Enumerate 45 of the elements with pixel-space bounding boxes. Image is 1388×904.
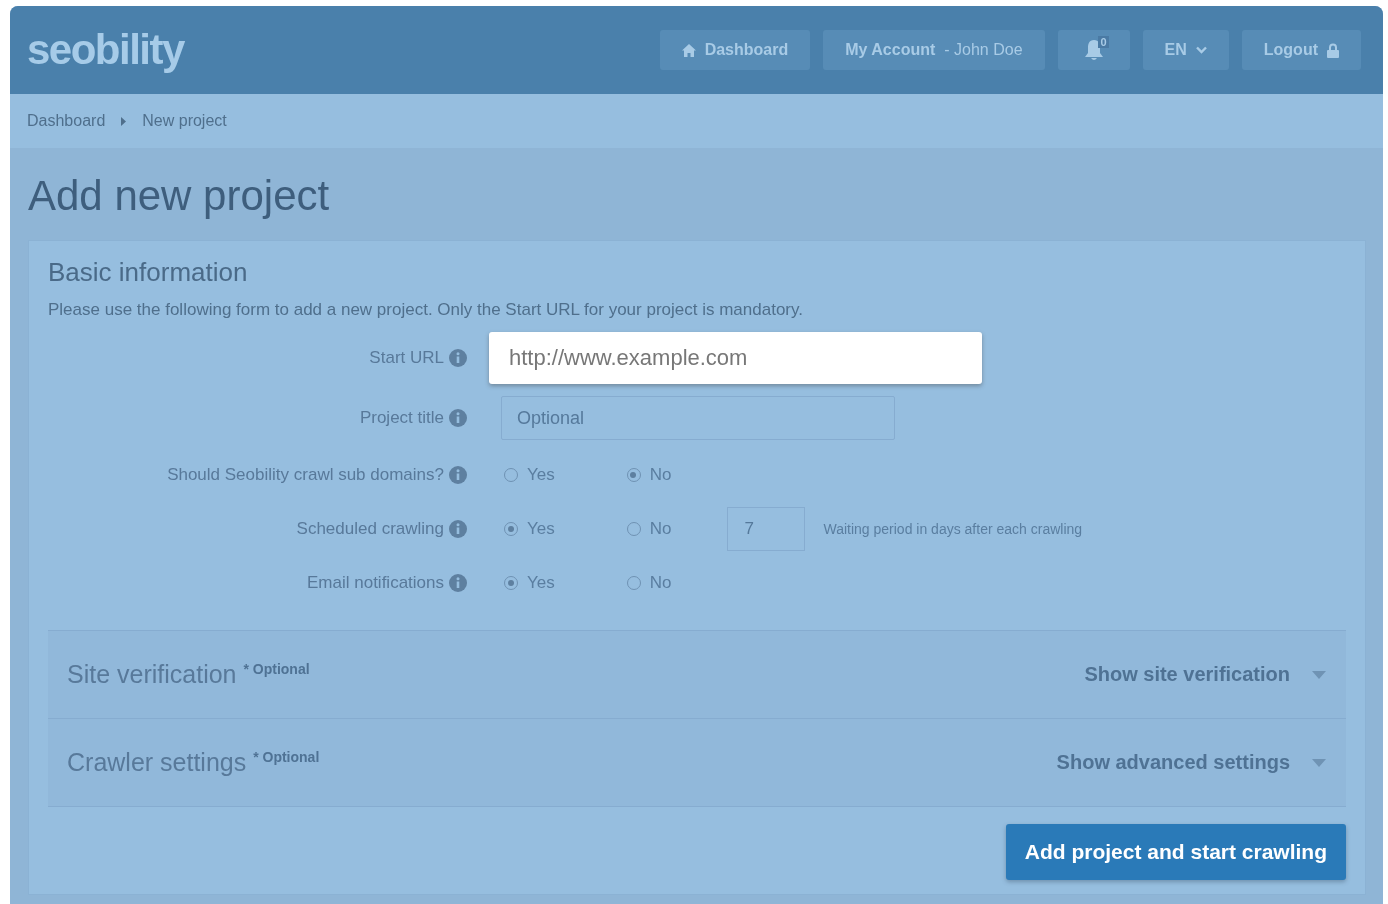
chevron-down-icon — [1195, 46, 1207, 54]
section-title: Site verification $^{* Optional}$ — [67, 660, 310, 689]
caret-right-icon — [121, 116, 127, 126]
section-title: Basic information — [48, 257, 249, 288]
account-button[interactable]: My Account - John Doe — [823, 30, 1045, 70]
text-field[interactable]: http://www.example.com — [489, 332, 982, 384]
info-icon — [449, 409, 467, 427]
expand-toggle[interactable]: Show advanced settings — [1056, 751, 1326, 774]
lock-icon — [1327, 42, 1339, 58]
bell-icon — [1083, 39, 1104, 61]
notifications-button[interactable]: 0 — [1057, 30, 1130, 70]
hint-text: Waiting period in days after each crawling — [823, 521, 1083, 537]
breadcrumb-link[interactable]: Dashboard — [27, 112, 106, 130]
text-field[interactable]: Optional — [501, 396, 895, 440]
logout-button[interactable]: Logout — [1241, 30, 1361, 70]
info-icon — [449, 349, 467, 367]
notification-count: 0 — [1098, 36, 1109, 48]
radio-option[interactable]: No — [626, 465, 672, 485]
section-title: Crawler settings $^{* Optional}$ — [67, 748, 320, 777]
radio-option[interactable]: No — [626, 573, 672, 593]
info-icon — [449, 574, 467, 592]
radio-option[interactable]: Yes — [504, 573, 555, 593]
expand-toggle[interactable]: Show site verification — [1084, 663, 1326, 686]
caret-down-icon — [1312, 758, 1326, 767]
logo[interactable]: seobility — [27, 26, 184, 74]
field-label: Email notifications — [307, 573, 444, 593]
caret-down-icon — [1312, 670, 1326, 679]
radio-option[interactable]: No — [626, 519, 672, 539]
info-icon — [449, 520, 467, 538]
language-button[interactable]: EN — [1142, 30, 1229, 70]
info-icon — [449, 466, 467, 484]
field-label: Start URL — [369, 348, 444, 368]
user-name: - John Doe — [944, 41, 1023, 59]
breadcrumb-link[interactable]: New project — [142, 112, 227, 130]
home-icon — [681, 43, 696, 57]
field-label: Scheduled crawling — [296, 519, 444, 539]
page-title: Add new project — [28, 172, 331, 220]
nav-button[interactable]: Dashboard — [659, 30, 811, 70]
field-label: Project title — [359, 408, 444, 428]
radio-option[interactable]: Yes — [504, 465, 555, 485]
field-label: Should Seobility crawl sub domains? — [167, 465, 444, 485]
submit-button[interactable]: Add project and start crawling — [1005, 824, 1346, 880]
radio-option[interactable]: Yes — [504, 519, 555, 539]
days-field[interactable]: 7 — [727, 507, 806, 551]
intro-text: Please use the following form to add a new project. Only the Start URL for your project is mandatory. — [48, 300, 804, 320]
